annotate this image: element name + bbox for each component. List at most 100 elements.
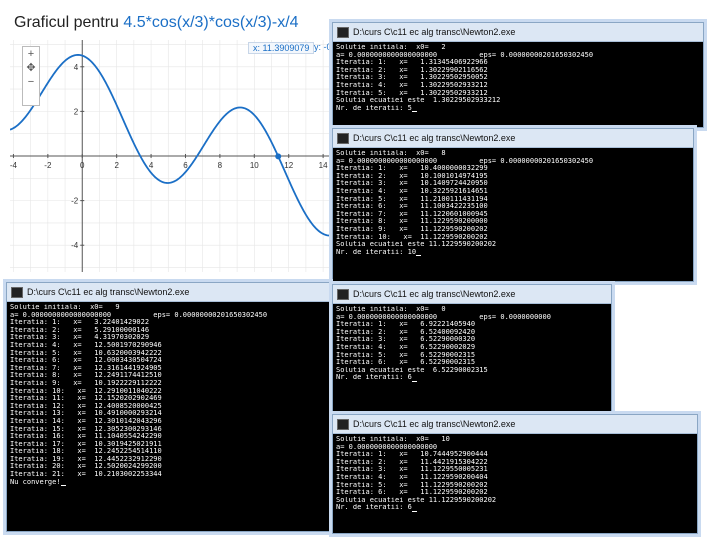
console-cursor (411, 380, 417, 382)
console-line: Iteratia: 11: x= 12.1520202902469 (10, 395, 162, 403)
console-line: Iteratia: 9: x= 10.1922229112222 (10, 379, 162, 387)
console-line: Iteratia: 2: x= 11.4421915304222 (336, 458, 488, 466)
console-window-3[interactable]: D:\curs C\c11 ec alg transc\Newton2.exe … (6, 282, 330, 532)
pan-icon[interactable]: ✥ (23, 61, 39, 75)
console-titlebar[interactable]: D:\curs C\c11 ec alg transc\Newton2.exe (333, 415, 697, 434)
console-line: Iteratia: 12: x= 12.4008520000425 (10, 402, 162, 410)
function-curve (9, 54, 331, 237)
console-titlebar[interactable]: D:\curs C\c11 ec alg transc\Newton2.exe (333, 129, 693, 148)
console-line: Iteratia: 8: x= 11.1229590200000 (336, 218, 488, 226)
console-title: D:\curs C\c11 ec alg transc\Newton2.exe (353, 27, 516, 37)
console-line: Solutia ecuatiei este 6.52290002315 (336, 366, 488, 374)
console-line: Iteratia: 14: x= 12.3010142043296 (10, 417, 162, 425)
console-app-icon (11, 286, 23, 298)
console-line: a= 0.0000000000000000000 eps= 0.00000000… (336, 313, 551, 321)
console-line: Iteratia: 20: x= 12.5020024299200 (10, 463, 162, 471)
x-tick-label: 10 (250, 161, 259, 170)
console-line: Iteratia: 1: x= 1.31345406922966 (336, 59, 488, 67)
console-line: Iteratia: 17: x= 10.3019425021911 (10, 440, 162, 448)
console-line: Iteratia: 7: x= 12.3161441924905 (10, 364, 162, 372)
console-window-2[interactable]: D:\curs C\c11 ec alg transc\Newton2.exe … (332, 128, 694, 282)
console-line: Nu converge! (10, 479, 326, 487)
zoom-out-button[interactable]: − (23, 75, 39, 89)
console-line: Solutie initiala: x0= 0 (336, 306, 446, 313)
y-readout: y: -0 (314, 42, 332, 52)
console-cursor (411, 111, 417, 113)
console-line: Iteratia: 1: x= 10.4000000032299 (336, 165, 488, 173)
graph-title-prefix: Graficul pentru (14, 14, 124, 31)
console-line: Iteratia: 4: x= 12.5001970290946 (10, 341, 162, 349)
console-line: Iteratia: 6: x= 11.1003422235100 (336, 203, 488, 211)
console-app-icon (337, 132, 349, 144)
console-output: Solutie initiala: x0= 9 a= 0.000000000000… (7, 302, 329, 488)
root-point (275, 153, 282, 160)
console-line: Iteratia: 15: x= 12.3052300293146 (10, 425, 162, 433)
console-line: Iteratia: 1: x= 3.22401429022 (10, 319, 150, 327)
x-readout: x: 11.3909079 (248, 42, 315, 54)
x-tick-label: -2 (44, 161, 52, 170)
console-line: Solutie initiala: x0= 10 (336, 436, 450, 443)
console-line: Iteratia: 2: x= 10.1001014974195 (336, 172, 488, 180)
console-line: a= 0.0000000000000000000 eps= 0.00000000… (10, 311, 268, 319)
console-line: Iteratia: 5: x= 10.6320003942222 (10, 349, 162, 357)
console-line: Iteratia: 1: x= 6.92221405940 (336, 321, 476, 329)
console-output: Solutie initiala: x0= 8 a= 0.000000000000… (333, 148, 693, 258)
console-line: Nr. de iteratii: 5 (336, 105, 700, 113)
console-title: D:\curs C\c11 ec alg transc\Newton2.exe (353, 419, 516, 429)
y-tick-label: 4 (74, 63, 79, 72)
console-line: Iteratia: 3: x= 10.1409724420950 (336, 180, 488, 188)
console-line: Nr. de iteratii: 10 (336, 249, 690, 257)
console-line: Solutia ecuatiei este 11.1229590200202 (336, 496, 497, 504)
x-tick-label: 2 (114, 161, 119, 170)
console-line: Iteratia: 16: x= 11.1040554242290 (10, 433, 162, 441)
console-line: Iteratia: 4: x= 1.30229502933212 (336, 81, 488, 89)
console-titlebar[interactable]: D:\curs C\c11 ec alg transc\Newton2.exe (7, 283, 329, 302)
console-line: Nr. de iteratii: 6 (336, 374, 608, 382)
console-line: Iteratia: 6: x= 6.52290002315 (336, 359, 476, 367)
console-line: Iteratia: 2: x= 1.30229902116562 (336, 66, 488, 74)
y-tick-label: -2 (71, 197, 79, 206)
console-line: Iteratia: 4: x= 11.1229590200404 (336, 473, 488, 481)
console-line: Solutia ecuatiei este 11.1229590200202 (336, 241, 497, 249)
console-line: Iteratia: 6: x= 12.0003430504724 (10, 357, 162, 365)
console-line: Solutia ecuatiei este 1.30229502933212 (336, 97, 501, 105)
console-title: D:\curs C\c11 ec alg transc\Newton2.exe (353, 289, 516, 299)
console-line: Iteratia: 2: x= 5.29100000146 (10, 326, 150, 334)
console-title: D:\curs C\c11 ec alg transc\Newton2.exe (27, 287, 190, 297)
console-window-1[interactable]: D:\curs C\c11 ec alg transc\Newton2.exe … (332, 22, 704, 128)
console-line: Iteratia: 9: x= 11.1229590200202 (336, 225, 488, 233)
function-graph[interactable]: -4 -2 0 2 4 6 8 10 12 14 4 2 -2 -4 + ✥ − x: 11.390907… (9, 40, 332, 272)
console-titlebar[interactable]: D:\curs C\c11 ec alg transc\Newton2.exe (333, 23, 703, 42)
console-line: a= 0.0000000000000000000 eps= 0.00000000… (336, 51, 594, 59)
x-tick-label: 8 (218, 161, 223, 170)
console-app-icon (337, 288, 349, 300)
console-app-icon (337, 418, 349, 430)
zoom-control[interactable]: + ✥ − (22, 46, 40, 106)
console-line: Iteratia: 2: x= 6.52400092420 (336, 328, 476, 336)
x-tick-label: 14 (319, 161, 328, 170)
console-line: Solutie initiala: x0= 9 (10, 304, 120, 311)
console-line: Iteratia: 5: x= 6.52290002315 (336, 351, 476, 359)
console-output: Solutie initiala: x0= 2 a= 0.000000000000… (333, 42, 703, 114)
console-window-5[interactable]: D:\curs C\c11 ec alg transc\Newton2.exe … (332, 414, 698, 534)
console-line: Iteratia: 21: x= 10.2103002253344 (10, 471, 162, 479)
console-line: Iteratia: 6: x= 11.1229590200202 (336, 489, 488, 497)
zoom-in-button[interactable]: + (23, 47, 39, 61)
console-line: Iteratia: 5: x= 1.30229502933212 (336, 89, 488, 97)
graph-canvas[interactable]: -4 -2 0 2 4 6 8 10 12 1442-2-4 (9, 40, 331, 272)
y-tick-label: -4 (71, 241, 79, 250)
console-line: Iteratia: 1: x= 10.7444952900444 (336, 451, 488, 459)
console-cursor (60, 485, 66, 487)
console-output: Solutie initiala: x0= 0 a= 0.000000000000… (333, 304, 611, 384)
console-cursor (416, 255, 422, 257)
console-line: Iteratia: 13: x= 10.4910000293214 (10, 410, 162, 418)
y-tick-label: 2 (74, 107, 79, 116)
console-line: Iteratia: 10: x= 11.1229590200202 (336, 233, 488, 241)
console-line: Iteratia: 3: x= 1.30229502950052 (336, 74, 488, 82)
console-line: a= 0.0000000000000000000 eps= 0.00000000… (336, 157, 594, 165)
console-titlebar[interactable]: D:\curs C\c11 ec alg transc\Newton2.exe (333, 285, 611, 304)
console-line: Iteratia: 18: x= 12.2452254514110 (10, 448, 162, 456)
console-window-4[interactable]: D:\curs C\c11 ec alg transc\Newton2.exe … (332, 284, 612, 412)
x-tick-label: 0 (80, 161, 85, 170)
console-line: Iteratia: 19: x= 12.4452232912290 (10, 455, 162, 463)
